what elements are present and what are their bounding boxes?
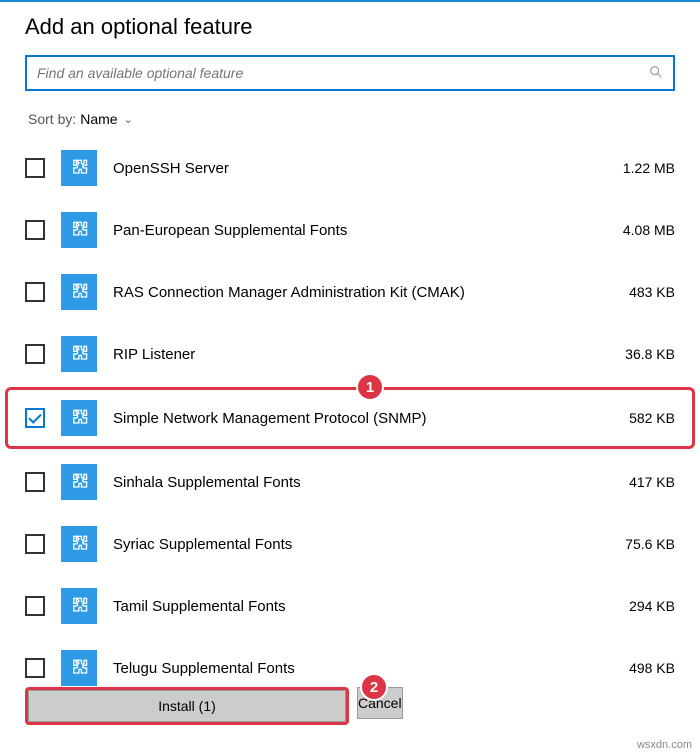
feature-name: Syriac Supplemental Fonts — [113, 536, 589, 553]
puzzle-icon — [61, 150, 97, 186]
feature-name: Pan-European Supplemental Fonts — [113, 222, 589, 239]
feature-checkbox[interactable] — [25, 472, 45, 492]
feature-item[interactable]: Sinhala Supplemental Fonts 417 KB — [5, 451, 695, 513]
feature-checkbox[interactable] — [25, 658, 45, 678]
puzzle-icon — [61, 400, 97, 436]
sort-label: Sort by: — [28, 111, 76, 127]
search-icon — [649, 65, 663, 82]
sort-value: Name — [80, 111, 117, 127]
feature-checkbox[interactable] — [25, 596, 45, 616]
feature-name: Telugu Supplemental Fonts — [113, 660, 589, 677]
feature-size: 75.6 KB — [605, 536, 675, 552]
feature-checkbox[interactable] — [25, 158, 45, 178]
sort-dropdown[interactable]: Sort by: Name ⌄ — [0, 106, 700, 137]
feature-size: 483 KB — [605, 284, 675, 300]
checkmark-icon — [28, 410, 41, 423]
page-title: Add an optional feature — [0, 2, 700, 55]
feature-item[interactable]: RIP Listener 36.8 KB — [5, 323, 695, 385]
puzzle-icon — [61, 526, 97, 562]
feature-size: 417 KB — [605, 474, 675, 490]
feature-size: 4.08 MB — [605, 222, 675, 238]
search-input[interactable] — [37, 65, 649, 81]
install-button-highlight: 2 Install (1) — [25, 687, 349, 725]
feature-item[interactable]: Pan-European Supplemental Fonts 4.08 MB — [5, 199, 695, 261]
feature-list: OpenSSH Server 1.22 MB Pan-European Supple… — [0, 137, 700, 699]
feature-name: RAS Connection Manager Administration Ki… — [113, 284, 589, 301]
annotation-badge-1: 1 — [356, 373, 384, 401]
feature-size: 294 KB — [605, 598, 675, 614]
chevron-down-icon: ⌄ — [124, 113, 133, 126]
feature-size: 36.8 KB — [605, 346, 675, 362]
feature-item[interactable]: RAS Connection Manager Administration Ki… — [5, 261, 695, 323]
puzzle-icon — [61, 588, 97, 624]
feature-name: RIP Listener — [113, 346, 589, 363]
puzzle-icon — [61, 650, 97, 686]
feature-size: 1.22 MB — [605, 160, 675, 176]
watermark: wsxdn.com — [637, 739, 692, 751]
annotation-badge-2: 2 — [360, 673, 388, 701]
feature-name: Tamil Supplemental Fonts — [113, 598, 589, 615]
feature-item[interactable]: 1Simple Network Management Protocol (SNM… — [5, 387, 695, 449]
puzzle-icon — [61, 274, 97, 310]
feature-name: Simple Network Management Protocol (SNMP… — [113, 410, 589, 427]
cancel-button-wrap: Cancel — [357, 687, 675, 725]
puzzle-icon — [61, 464, 97, 500]
button-row: 2 Install (1) Cancel — [25, 687, 675, 725]
puzzle-icon — [61, 336, 97, 372]
feature-item[interactable]: Syriac Supplemental Fonts 75.6 KB — [5, 513, 695, 575]
feature-checkbox[interactable] — [25, 344, 45, 364]
feature-item[interactable]: OpenSSH Server 1.22 MB — [5, 137, 695, 199]
feature-checkbox[interactable] — [25, 282, 45, 302]
feature-item[interactable]: Tamil Supplemental Fonts 294 KB — [5, 575, 695, 637]
feature-name: OpenSSH Server — [113, 160, 589, 177]
feature-checkbox[interactable] — [25, 220, 45, 240]
feature-size: 498 KB — [605, 660, 675, 676]
feature-checkbox[interactable] — [25, 534, 45, 554]
search-box[interactable] — [25, 55, 675, 91]
install-button[interactable]: Install (1) — [28, 690, 346, 722]
puzzle-icon — [61, 212, 97, 248]
feature-checkbox[interactable] — [25, 408, 45, 428]
feature-name: Sinhala Supplemental Fonts — [113, 474, 589, 491]
feature-size: 582 KB — [605, 410, 675, 426]
